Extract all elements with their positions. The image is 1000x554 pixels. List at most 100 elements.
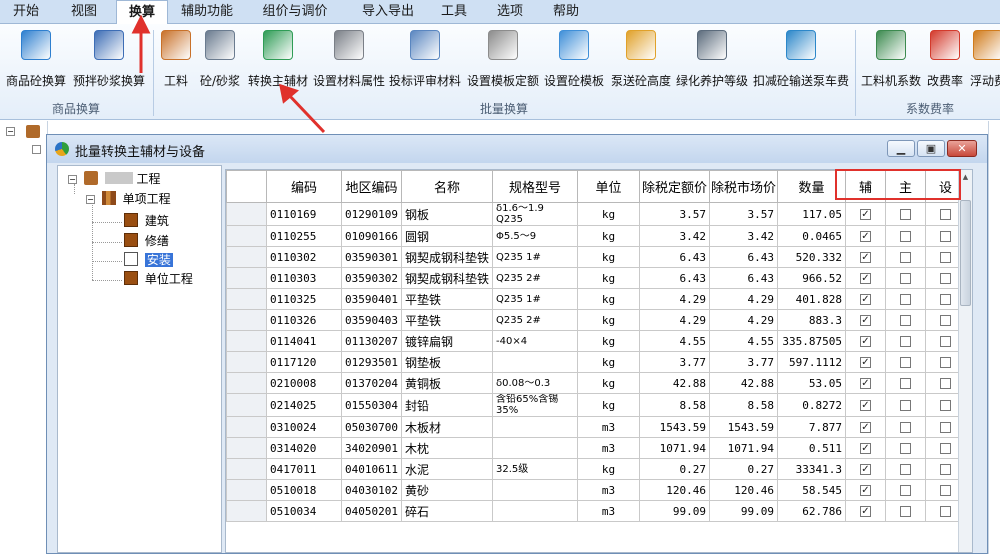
checkbox-zhu[interactable] <box>900 378 911 389</box>
checkbox-zhu[interactable] <box>900 443 911 454</box>
checkbox-she[interactable] <box>940 378 951 389</box>
tree-node-project[interactable]: − 工程 <box>68 170 161 188</box>
checkbox-she[interactable] <box>940 315 951 326</box>
table-row[interactable]: 0210008 01370204 黄铜板 δ0.08～0.3 kg 42.88 42.88 5… <box>226 372 966 394</box>
scroll-thumb[interactable] <box>960 200 971 306</box>
column-header[interactable]: 数量 <box>777 170 846 203</box>
checkbox-fu[interactable]: ✓ <box>860 443 871 454</box>
column-header[interactable]: 主 <box>885 170 926 203</box>
row-header[interactable] <box>226 288 267 310</box>
checkbox-she[interactable] <box>940 252 951 263</box>
table-row[interactable]: 0110169 01290109 钢板 δ1.6～1.9 Q235 kg 3.57 3.57… <box>226 202 966 226</box>
ribbon-button-0-1[interactable]: 预拌砂浆换算 <box>72 28 146 94</box>
table-row[interactable]: 0510034 04050201 碎石 m3 99.09 99.09 62.786 ✓ <box>226 500 966 522</box>
checkbox-she[interactable] <box>940 209 951 220</box>
table-row[interactable]: 0417011 04010611 水泥 32.5级 kg 0.27 0.27 33341.3 ✓ <box>226 458 966 480</box>
ribbon-button-1-7[interactable]: 泵送砼高度 <box>610 28 672 94</box>
checkbox-she[interactable] <box>940 443 951 454</box>
checkbox-zhu[interactable] <box>900 294 911 305</box>
collapse-icon[interactable]: − <box>68 175 77 184</box>
checkbox-zhu[interactable] <box>900 231 911 242</box>
row-header[interactable] <box>226 246 267 268</box>
checkbox-zhu[interactable] <box>900 400 911 411</box>
table-row[interactable]: 0110302 03590301 钢契成钢科垫铁 Q235 1# kg 6.43 6.43 5… <box>226 246 966 268</box>
restore-button[interactable]: ▣ <box>917 140 945 157</box>
row-header[interactable] <box>226 500 267 522</box>
vertical-scrollbar[interactable]: ▲ <box>958 170 972 552</box>
checkbox-fu[interactable]: ✓ <box>860 422 871 433</box>
checkbox-fu[interactable]: ✓ <box>860 400 871 411</box>
checkbox-she[interactable] <box>940 231 951 242</box>
checkbox-fu[interactable]: ✓ <box>860 336 871 347</box>
row-header[interactable] <box>226 437 267 459</box>
ribbon-button-2-2[interactable]: 浮动费 <box>968 28 1000 94</box>
ribbon-button-2-0[interactable]: 工料机系数 <box>860 28 922 94</box>
tree-node-item-3[interactable]: 单位工程 <box>124 270 193 288</box>
table-row[interactable]: 0110303 03590302 钢契成钢科垫铁 Q235 2# kg 6.43 6.43 9… <box>226 267 966 289</box>
table-row[interactable]: 0214025 01550304 封铅 含铅65%含锡35% kg 8.58 8.58 0.8… <box>226 393 966 417</box>
column-header[interactable]: 名称 <box>400 170 494 203</box>
checkbox-zhu[interactable] <box>900 464 911 475</box>
tab-8[interactable]: 帮助 <box>540 0 592 24</box>
row-header[interactable] <box>226 372 267 394</box>
ribbon-button-1-6[interactable]: 设置砼模板 <box>542 28 606 94</box>
tree-node-item-1[interactable]: 修缮 <box>124 232 169 250</box>
ribbon-button-1-9[interactable]: 扣减砼输送泵车费 <box>752 28 850 94</box>
ribbon-button-1-5[interactable]: 设置模板定额 <box>466 28 540 94</box>
checkbox-she[interactable] <box>940 464 951 475</box>
scroll-up-icon[interactable]: ▲ <box>960 171 971 183</box>
row-header[interactable] <box>226 202 267 226</box>
checkbox-fu[interactable]: ✓ <box>860 252 871 263</box>
close-button[interactable]: ✕ <box>947 140 977 157</box>
ribbon-button-1-3[interactable]: 设置材料属性 <box>312 28 386 94</box>
table-row[interactable]: 0117120 01293501 钢垫板 kg 3.77 3.77 597.1112 ✓ <box>226 351 966 373</box>
row-header[interactable] <box>226 393 267 417</box>
column-header[interactable]: 除税市场价 <box>709 170 778 203</box>
checkbox-zhu[interactable] <box>900 252 911 263</box>
checkbox-fu[interactable]: ✓ <box>860 294 871 305</box>
checkbox-zhu[interactable] <box>900 336 911 347</box>
table-row[interactable]: 0114041 01130207 镀锌扁钢 -40×4 kg 4.55 4.55 335.87… <box>226 330 966 352</box>
tab-2[interactable]: 换算 <box>116 0 168 25</box>
minimize-button[interactable]: ▁ <box>887 140 915 157</box>
tab-1[interactable]: 视图 <box>58 0 110 24</box>
checkbox-zhu[interactable] <box>900 273 911 284</box>
checkbox-fu[interactable]: ✓ <box>860 315 871 326</box>
ribbon-button-0-0[interactable]: 商品砼换算 <box>2 28 70 94</box>
column-header[interactable]: 单位 <box>577 170 640 203</box>
checkbox-she[interactable] <box>940 336 951 347</box>
checkbox-she[interactable] <box>940 294 951 305</box>
collapse-icon[interactable]: − <box>86 195 95 204</box>
ribbon-button-1-2[interactable]: 转换主辅材 <box>246 28 310 94</box>
checkbox-zhu[interactable] <box>900 315 911 326</box>
checkbox-zhu[interactable] <box>900 422 911 433</box>
column-header[interactable]: 编码 <box>266 170 342 203</box>
table-row[interactable]: 0314020 34020901 木枕 m3 1071.94 1071.94 0.511 ✓ <box>226 437 966 459</box>
table-row[interactable]: 0510018 04030102 黄砂 m3 120.46 120.46 58.545 ✓ <box>226 479 966 501</box>
checkbox-zhu[interactable] <box>900 506 911 517</box>
ribbon-button-1-1[interactable]: 砼/砂浆 <box>196 28 244 94</box>
table-row[interactable]: 0110255 01090166 圆钢 Φ5.5～9 kg 3.42 3.42 0.0465 ✓ <box>226 225 966 247</box>
tab-4[interactable]: 组价与调价 <box>252 0 338 24</box>
row-header[interactable] <box>226 479 267 501</box>
checkbox-she[interactable] <box>940 422 951 433</box>
checkbox-she[interactable] <box>940 357 951 368</box>
tab-6[interactable]: 工具 <box>432 0 476 24</box>
checkbox-fu[interactable]: ✓ <box>860 506 871 517</box>
ribbon-button-2-1[interactable]: 改费率 <box>924 28 966 94</box>
checkbox-she[interactable] <box>940 506 951 517</box>
row-header[interactable] <box>226 225 267 247</box>
tree-node-item-2-selected[interactable]: 安装 <box>124 251 173 269</box>
tab-5[interactable]: 导入导出 <box>350 0 426 24</box>
checkbox-fu[interactable]: ✓ <box>860 357 871 368</box>
tab-7[interactable]: 选项 <box>484 0 536 24</box>
column-header[interactable]: 辅 <box>845 170 886 203</box>
checkbox-zhu[interactable] <box>900 209 911 220</box>
dialog-title-bar[interactable]: 批量转换主辅材与设备 ▁ ▣ ✕ <box>47 135 987 163</box>
checkbox-fu[interactable]: ✓ <box>860 378 871 389</box>
tab-3[interactable]: 辅助功能 <box>172 0 242 24</box>
checkbox-fu[interactable]: ✓ <box>860 231 871 242</box>
checkbox-fu[interactable]: ✓ <box>860 209 871 220</box>
column-header[interactable]: 除税定额价 <box>639 170 710 203</box>
column-header[interactable]: 规格型号 <box>492 170 578 203</box>
